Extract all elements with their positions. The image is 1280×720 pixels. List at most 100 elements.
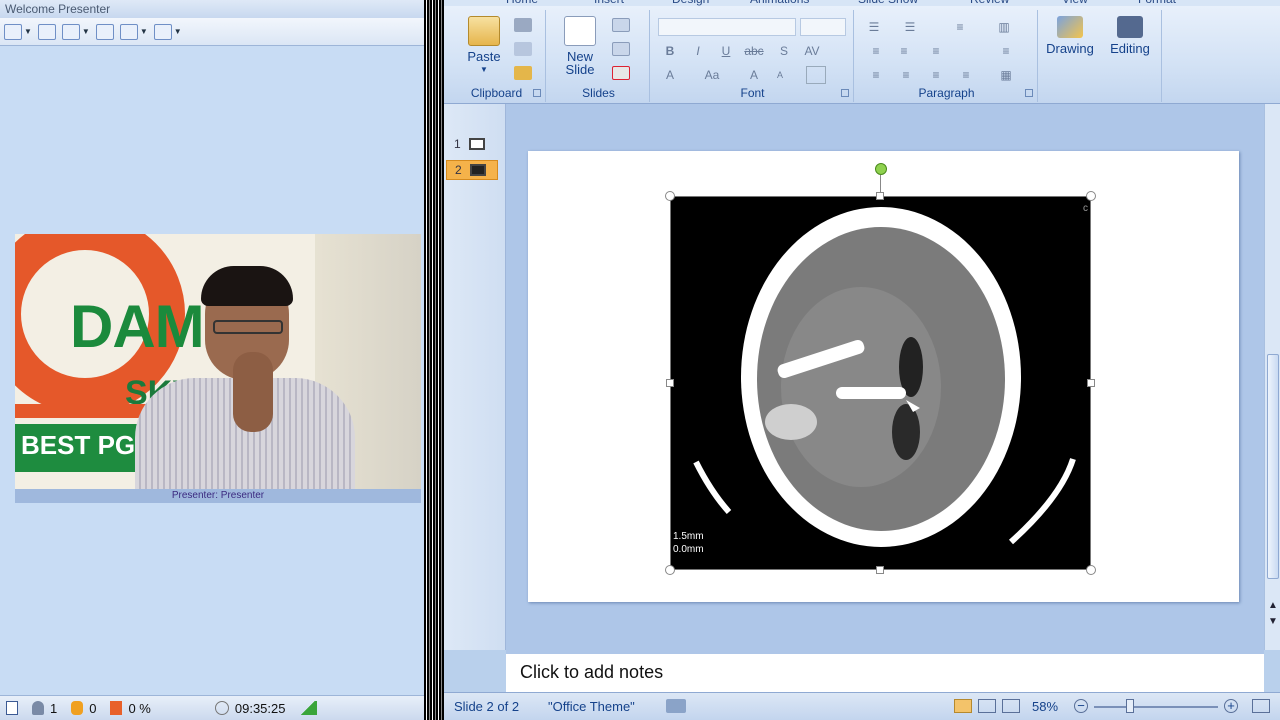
slides-group: New Slide Slides <box>548 10 650 102</box>
char-spacing-icon[interactable]: AV <box>802 42 822 60</box>
drawing-button[interactable]: Drawing <box>1042 16 1098 55</box>
ct-scan-image[interactable]: 1.5mm 0.0mm c <box>670 196 1091 570</box>
status-participants[interactable]: 1 <box>32 701 57 716</box>
sorter-view-icon[interactable] <box>978 699 996 713</box>
clipboard-group: Paste ▼ Clipboard <box>448 10 546 102</box>
hands-count: 0 <box>89 700 97 716</box>
zoom-in-icon[interactable]: + <box>1224 699 1238 713</box>
scrollbar-thumb[interactable] <box>1267 354 1279 579</box>
slide-info: Slide 2 of 2 <box>454 699 520 714</box>
binoculars-icon <box>1117 16 1143 38</box>
zoom-out-icon[interactable]: − <box>1074 699 1088 713</box>
resize-handle-right[interactable] <box>1087 379 1095 387</box>
shadow-icon[interactable]: S <box>774 42 794 60</box>
align-right-icon[interactable]: ≡ <box>926 66 946 84</box>
resize-handle-tr[interactable] <box>1086 191 1096 201</box>
increase-indent-icon[interactable]: ≡ <box>894 42 914 60</box>
presenter-figure <box>115 262 355 489</box>
slide-canvas[interactable]: 1.5mm 0.0mm c <box>528 151 1239 602</box>
italic-icon[interactable]: I <box>688 42 708 60</box>
font-size-select[interactable] <box>800 18 846 36</box>
format-painter-icon[interactable] <box>514 66 532 80</box>
image-annotation-2: 0.0mm <box>673 544 704 555</box>
notes-pane[interactable]: Click to add notes <box>506 650 1264 692</box>
presenter-tool-share[interactable]: ▼ <box>153 23 182 40</box>
presenter-tool-upload[interactable] <box>95 23 114 40</box>
strikethrough-icon[interactable]: abc <box>744 42 764 60</box>
presenter-video: DAM SKY BEST PG MED <box>15 234 421 489</box>
paragraph-launcher-icon[interactable] <box>1025 89 1033 97</box>
underline-icon[interactable]: U <box>716 42 736 60</box>
change-case-icon[interactable]: Aa <box>702 66 722 84</box>
upload-icon <box>95 23 114 40</box>
font-color-icon[interactable]: A <box>660 66 680 84</box>
grow-font-icon[interactable]: A <box>744 66 764 84</box>
status-hands[interactable]: 0 <box>71 701 96 716</box>
participants-count: 1 <box>50 700 58 716</box>
new-slide-button[interactable]: New Slide <box>552 16 608 76</box>
resize-handle-left[interactable] <box>666 379 674 387</box>
align-center-icon[interactable]: ≡ <box>896 66 916 84</box>
resize-handle-tl[interactable] <box>665 191 675 201</box>
bullets-icon[interactable]: ☰ <box>864 18 884 36</box>
presenter-tool-layout[interactable]: ▼ <box>61 23 90 40</box>
powerpoint-window: HomeInsertDesignAnimationsSlide ShowRevi… <box>444 0 1280 720</box>
zoom-slider-thumb[interactable] <box>1126 699 1134 713</box>
paragraph-label: Paragraph <box>918 86 975 100</box>
resize-handle-br[interactable] <box>1086 565 1096 575</box>
status-page[interactable] <box>6 701 18 715</box>
thumbnail-item[interactable]: 1 <box>446 134 498 154</box>
signal-meter <box>299 701 318 715</box>
next-slide-icon[interactable]: ▼ <box>1268 616 1278 627</box>
vertical-scrollbar[interactable]: ▲ ▼ <box>1264 104 1280 650</box>
resize-handle-bl[interactable] <box>665 565 675 575</box>
ct-brain-graphic <box>693 207 1076 547</box>
presenter-tool-remove[interactable] <box>37 23 56 40</box>
zoom-slider[interactable] <box>1094 706 1218 708</box>
presenter-tool-users[interactable]: ▼ <box>119 23 148 40</box>
presenter-toolbar: ▼ ▼ ▼ ▼ <box>0 18 424 46</box>
clipboard-launcher-icon[interactable] <box>533 89 541 97</box>
align-left-icon[interactable]: ≡ <box>866 66 886 84</box>
clock-icon <box>214 701 229 715</box>
font-label: Font <box>740 86 765 100</box>
resize-handle-bottom[interactable] <box>876 566 884 574</box>
delete-icon[interactable] <box>612 66 630 80</box>
justify-icon[interactable]: ≡ <box>956 66 976 84</box>
clear-format-icon[interactable] <box>806 66 826 84</box>
flag-icon <box>110 701 123 715</box>
text-direction-icon[interactable]: ≡ <box>926 42 946 60</box>
fit-to-window-icon[interactable] <box>1252 699 1270 713</box>
font-name-select[interactable] <box>658 18 796 36</box>
signal-icon <box>299 701 318 715</box>
cut-icon[interactable] <box>514 18 532 32</box>
status-progress[interactable]: 0 % <box>110 701 151 716</box>
line-spacing-icon[interactable]: ≡ <box>950 18 970 36</box>
numbering-icon[interactable]: ☰ <box>900 18 920 36</box>
bold-icon[interactable]: B <box>660 42 680 60</box>
align-text-icon[interactable]: ≡ <box>996 42 1016 60</box>
editing-button[interactable]: Editing <box>1102 16 1158 55</box>
copy-icon[interactable] <box>514 42 532 56</box>
statusbar: Slide 2 of 2 "Office Theme" 58% − + <box>444 692 1280 720</box>
thumbnail-number: 2 <box>455 163 462 177</box>
resize-handle-top[interactable] <box>876 192 884 200</box>
chevron-down-icon: ▼ <box>24 27 32 36</box>
decrease-indent-icon[interactable]: ≡ <box>866 42 886 60</box>
normal-view-icon[interactable] <box>954 699 972 713</box>
reset-icon[interactable] <box>612 42 630 56</box>
rotate-handle[interactable] <box>875 163 887 175</box>
columns-icon[interactable]: ▥ <box>994 18 1014 36</box>
paste-button[interactable]: Paste ▼ <box>456 16 512 76</box>
shrink-font-icon[interactable]: A <box>770 66 790 84</box>
smartart-icon[interactable]: ▦ <box>996 66 1016 84</box>
layout-icon[interactable] <box>612 18 630 32</box>
spellcheck-icon[interactable] <box>666 699 686 713</box>
thumbnail-item-selected[interactable]: 2 <box>446 160 498 180</box>
zoom-level[interactable]: 58% <box>1032 699 1058 714</box>
presenter-tool-slide[interactable]: ▼ <box>4 23 32 40</box>
slideshow-view-icon[interactable] <box>1002 699 1020 713</box>
pane-divider[interactable] <box>424 0 444 720</box>
prev-slide-icon[interactable]: ▲ <box>1268 600 1278 611</box>
font-launcher-icon[interactable] <box>841 89 849 97</box>
